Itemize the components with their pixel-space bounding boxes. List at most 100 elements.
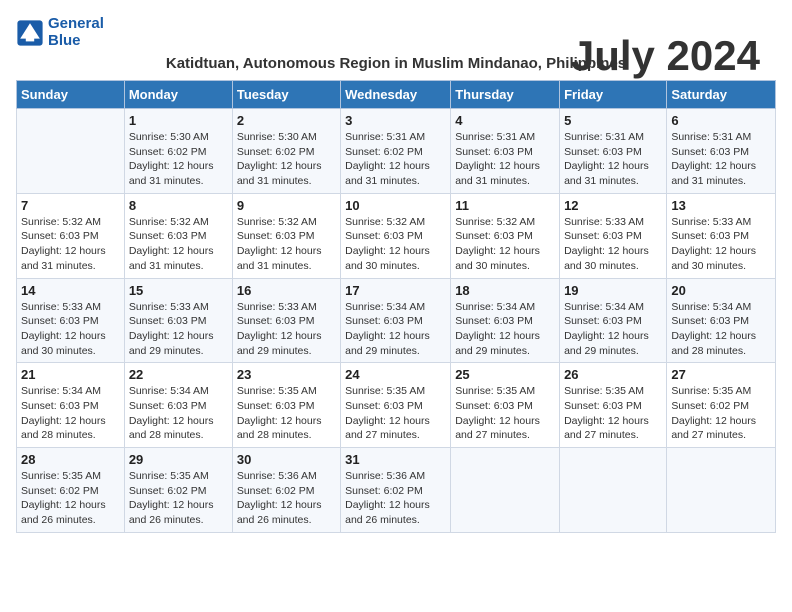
day-info: Sunrise: 5:31 AM Sunset: 6:02 PM Dayligh… [345,130,446,189]
day-info: Sunrise: 5:35 AM Sunset: 6:03 PM Dayligh… [455,384,555,443]
day-number: 19 [564,283,662,298]
day-number: 29 [129,452,228,467]
logo-name-line1: General [48,16,104,33]
day-info: Sunrise: 5:31 AM Sunset: 6:03 PM Dayligh… [564,130,662,189]
calendar-cell: 8 Sunrise: 5:32 AM Sunset: 6:03 PM Daylig… [124,193,232,278]
calendar-header-sunday: Sunday [17,81,125,109]
calendar-header-friday: Friday [560,81,667,109]
day-info: Sunrise: 5:33 AM Sunset: 6:03 PM Dayligh… [21,300,120,359]
calendar-cell: 15 Sunrise: 5:33 AM Sunset: 6:03 PM Dayli… [124,278,232,363]
day-info: Sunrise: 5:31 AM Sunset: 6:03 PM Dayligh… [455,130,555,189]
day-info: Sunrise: 5:35 AM Sunset: 6:03 PM Dayligh… [345,384,446,443]
top-area: General Blue July 2024 [16,16,776,49]
calendar-table: SundayMondayTuesdayWednesdayThursdayFrid… [16,80,776,533]
calendar-body: 1 Sunrise: 5:30 AM Sunset: 6:02 PM Daylig… [17,109,776,533]
calendar-header-thursday: Thursday [451,81,560,109]
day-info: Sunrise: 5:32 AM Sunset: 6:03 PM Dayligh… [237,215,336,274]
day-number: 31 [345,452,446,467]
day-info: Sunrise: 5:34 AM Sunset: 6:03 PM Dayligh… [671,300,771,359]
day-info: Sunrise: 5:33 AM Sunset: 6:03 PM Dayligh… [671,215,771,274]
logo-name-line2: Blue [48,33,104,50]
calendar-cell: 21 Sunrise: 5:34 AM Sunset: 6:03 PM Dayli… [17,363,125,448]
day-info: Sunrise: 5:35 AM Sunset: 6:03 PM Dayligh… [564,384,662,443]
calendar-cell: 14 Sunrise: 5:33 AM Sunset: 6:03 PM Dayli… [17,278,125,363]
calendar-week-row: 21 Sunrise: 5:34 AM Sunset: 6:03 PM Dayli… [17,363,776,448]
month-title: July 2024 [571,32,760,80]
logo-icon [16,19,44,47]
day-number: 16 [237,283,336,298]
day-info: Sunrise: 5:34 AM Sunset: 6:03 PM Dayligh… [21,384,120,443]
calendar-cell: 7 Sunrise: 5:32 AM Sunset: 6:03 PM Daylig… [17,193,125,278]
calendar-cell: 6Sunrise: 5:31 AM Sunset: 6:03 PM Daylig… [667,109,776,194]
calendar-cell: 16 Sunrise: 5:33 AM Sunset: 6:03 PM Dayli… [232,278,340,363]
day-number: 11 [455,198,555,213]
calendar-cell: 22 Sunrise: 5:34 AM Sunset: 6:03 PM Dayli… [124,363,232,448]
calendar-cell: 23Sunrise: 5:35 AM Sunset: 6:03 PM Dayli… [232,363,340,448]
day-info: Sunrise: 5:30 AM Sunset: 6:02 PM Dayligh… [129,130,228,189]
day-number: 22 [129,367,228,382]
day-number: 21 [21,367,120,382]
calendar-week-row: 7 Sunrise: 5:32 AM Sunset: 6:03 PM Daylig… [17,193,776,278]
day-info: Sunrise: 5:33 AM Sunset: 6:03 PM Dayligh… [564,215,662,274]
day-info: Sunrise: 5:35 AM Sunset: 6:02 PM Dayligh… [671,384,771,443]
day-info: Sunrise: 5:33 AM Sunset: 6:03 PM Dayligh… [129,300,228,359]
calendar-cell: 4Sunrise: 5:31 AM Sunset: 6:03 PM Daylig… [451,109,560,194]
calendar-cell: 17 Sunrise: 5:34 AM Sunset: 6:03 PM Dayli… [341,278,451,363]
day-number: 24 [345,367,446,382]
day-number: 12 [564,198,662,213]
calendar-cell: 18Sunrise: 5:34 AM Sunset: 6:03 PM Dayli… [451,278,560,363]
day-number: 7 [21,198,120,213]
calendar-cell: 11 Sunrise: 5:32 AM Sunset: 6:03 PM Dayli… [451,193,560,278]
calendar-cell: 24 Sunrise: 5:35 AM Sunset: 6:03 PM Dayli… [341,363,451,448]
calendar-cell: 13 Sunrise: 5:33 AM Sunset: 6:03 PM Dayli… [667,193,776,278]
calendar-cell [667,448,776,533]
day-info: Sunrise: 5:34 AM Sunset: 6:03 PM Dayligh… [564,300,662,359]
day-number: 27 [671,367,771,382]
calendar-cell [17,109,125,194]
day-info: Sunrise: 5:32 AM Sunset: 6:03 PM Dayligh… [345,215,446,274]
calendar-header-tuesday: Tuesday [232,81,340,109]
day-number: 5 [564,113,662,128]
day-number: 25 [455,367,555,382]
calendar-cell: 27 Sunrise: 5:35 AM Sunset: 6:02 PM Dayli… [667,363,776,448]
calendar-cell: 29 Sunrise: 5:35 AM Sunset: 6:02 PM Dayli… [124,448,232,533]
day-info: Sunrise: 5:33 AM Sunset: 6:03 PM Dayligh… [237,300,336,359]
day-number: 17 [345,283,446,298]
day-number: 3 [345,113,446,128]
calendar-cell: 1 Sunrise: 5:30 AM Sunset: 6:02 PM Daylig… [124,109,232,194]
day-info: Sunrise: 5:34 AM Sunset: 6:03 PM Dayligh… [455,300,555,359]
day-number: 13 [671,198,771,213]
day-info: Sunrise: 5:32 AM Sunset: 6:03 PM Dayligh… [455,215,555,274]
day-info: Sunrise: 5:35 AM Sunset: 6:02 PM Dayligh… [129,469,228,528]
day-info: Sunrise: 5:34 AM Sunset: 6:03 PM Dayligh… [345,300,446,359]
calendar-cell [451,448,560,533]
day-number: 23 [237,367,336,382]
calendar-cell: 2Sunrise: 5:30 AM Sunset: 6:02 PM Daylig… [232,109,340,194]
day-info: Sunrise: 5:30 AM Sunset: 6:02 PM Dayligh… [237,130,336,189]
calendar-cell: 19 Sunrise: 5:34 AM Sunset: 6:03 PM Dayli… [560,278,667,363]
day-info: Sunrise: 5:34 AM Sunset: 6:03 PM Dayligh… [129,384,228,443]
day-info: Sunrise: 5:36 AM Sunset: 6:02 PM Dayligh… [237,469,336,528]
calendar-cell: 25 Sunrise: 5:35 AM Sunset: 6:03 PM Dayli… [451,363,560,448]
day-number: 10 [345,198,446,213]
calendar-cell [560,448,667,533]
day-info: Sunrise: 5:35 AM Sunset: 6:02 PM Dayligh… [21,469,120,528]
calendar-cell: 3 Sunrise: 5:31 AM Sunset: 6:02 PM Daylig… [341,109,451,194]
calendar-header-saturday: Saturday [667,81,776,109]
day-number: 9 [237,198,336,213]
calendar-week-row: 14 Sunrise: 5:33 AM Sunset: 6:03 PM Dayli… [17,278,776,363]
calendar-header-wednesday: Wednesday [341,81,451,109]
calendar-cell: 9 Sunrise: 5:32 AM Sunset: 6:03 PM Daylig… [232,193,340,278]
day-info: Sunrise: 5:32 AM Sunset: 6:03 PM Dayligh… [129,215,228,274]
day-number: 15 [129,283,228,298]
calendar-cell: 26Sunrise: 5:35 AM Sunset: 6:03 PM Dayli… [560,363,667,448]
day-number: 6 [671,113,771,128]
day-number: 1 [129,113,228,128]
day-number: 14 [21,283,120,298]
day-number: 8 [129,198,228,213]
day-number: 28 [21,452,120,467]
day-info: Sunrise: 5:32 AM Sunset: 6:03 PM Dayligh… [21,215,120,274]
calendar-cell: 28 Sunrise: 5:35 AM Sunset: 6:02 PM Dayli… [17,448,125,533]
day-number: 30 [237,452,336,467]
calendar-cell: 31Sunrise: 5:36 AM Sunset: 6:02 PM Dayli… [341,448,451,533]
